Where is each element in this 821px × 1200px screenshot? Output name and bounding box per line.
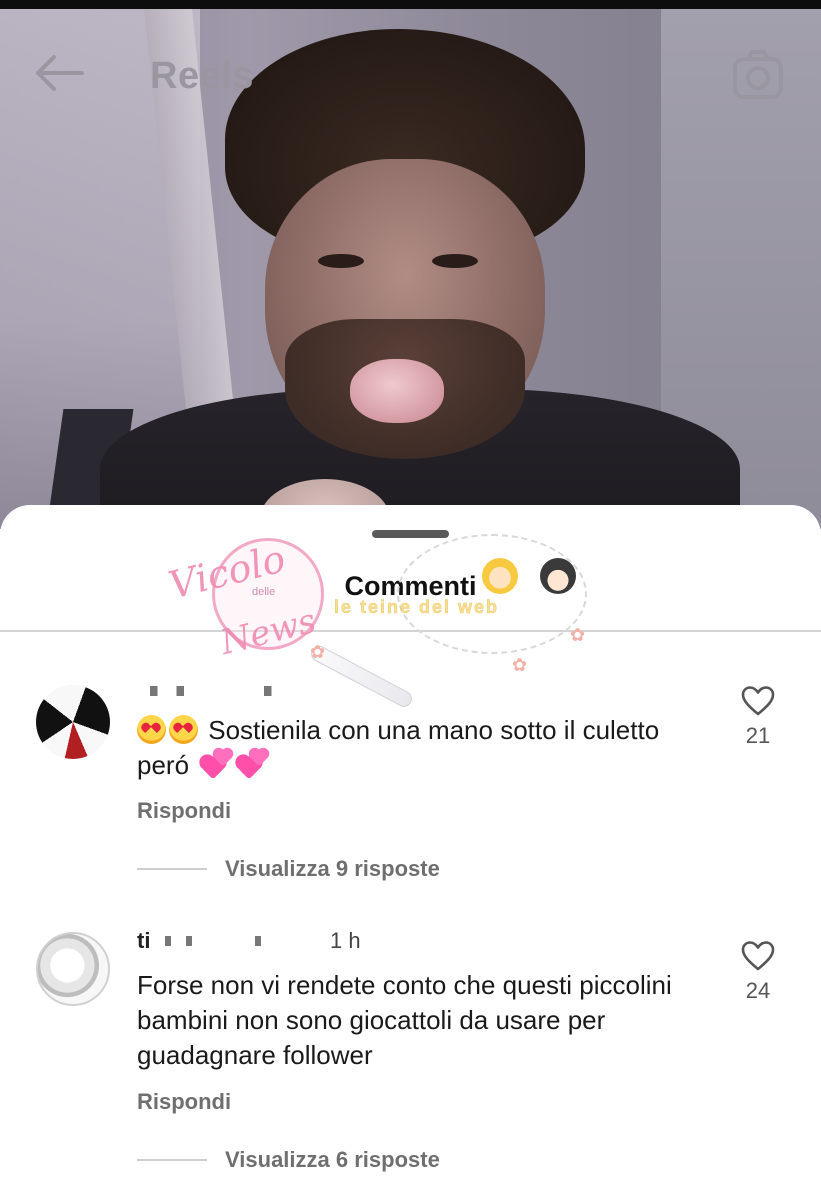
heart-eyes-emoji-icon	[169, 715, 198, 744]
comment-text: Forse non vi rendete conto che questi pi…	[137, 970, 672, 1070]
comment-text: Sostienila con una mano sotto il culetto…	[137, 713, 697, 783]
like-button[interactable]: 24	[735, 940, 781, 1004]
sheet-divider	[0, 630, 821, 632]
view-replies-label: Visualizza 6 risposte	[225, 1147, 440, 1172]
view-replies-button[interactable]: Visualizza 6 risposte	[137, 1147, 440, 1173]
comment-timestamp: 1 h	[330, 928, 361, 953]
reply-button[interactable]: Rispondi	[137, 1089, 231, 1115]
page-title: Reels	[150, 55, 254, 97]
heart-eyes-emoji-icon	[137, 715, 166, 744]
view-replies-label: Visualizza 9 risposte	[225, 856, 440, 881]
person-eye-left	[318, 254, 364, 268]
like-count: 24	[745, 978, 771, 1003]
pacifier	[350, 359, 444, 423]
status-bar	[0, 0, 821, 9]
reels-top-bar: Reels	[0, 9, 821, 129]
like-count: 21	[745, 723, 771, 748]
replies-divider-line	[137, 1159, 207, 1161]
two-hearts-emoji-icon	[236, 749, 268, 780]
back-button[interactable]	[32, 53, 86, 93]
sheet-title: Commenti	[344, 571, 477, 601]
person-eye-right	[432, 254, 478, 268]
view-replies-button[interactable]: Visualizza 9 risposte	[137, 856, 440, 882]
username-redacted	[150, 686, 340, 696]
camera-icon	[733, 50, 783, 99]
arrow-left-icon	[36, 55, 84, 91]
comments-sheet: Commenti	[0, 505, 821, 1200]
heart-outline-icon	[741, 941, 775, 971]
like-button[interactable]: 21	[735, 685, 781, 749]
sheet-drag-handle[interactable]	[372, 530, 449, 538]
username-redacted	[165, 936, 315, 946]
username[interactable]: ti	[137, 928, 150, 954]
camera-button[interactable]	[730, 47, 786, 103]
two-hearts-emoji-icon	[200, 749, 232, 780]
replies-divider-line	[137, 868, 207, 870]
heart-outline-icon	[741, 686, 775, 716]
reply-button[interactable]: Rispondi	[137, 798, 231, 824]
avatar[interactable]	[36, 932, 110, 1006]
avatar[interactable]	[36, 685, 110, 759]
